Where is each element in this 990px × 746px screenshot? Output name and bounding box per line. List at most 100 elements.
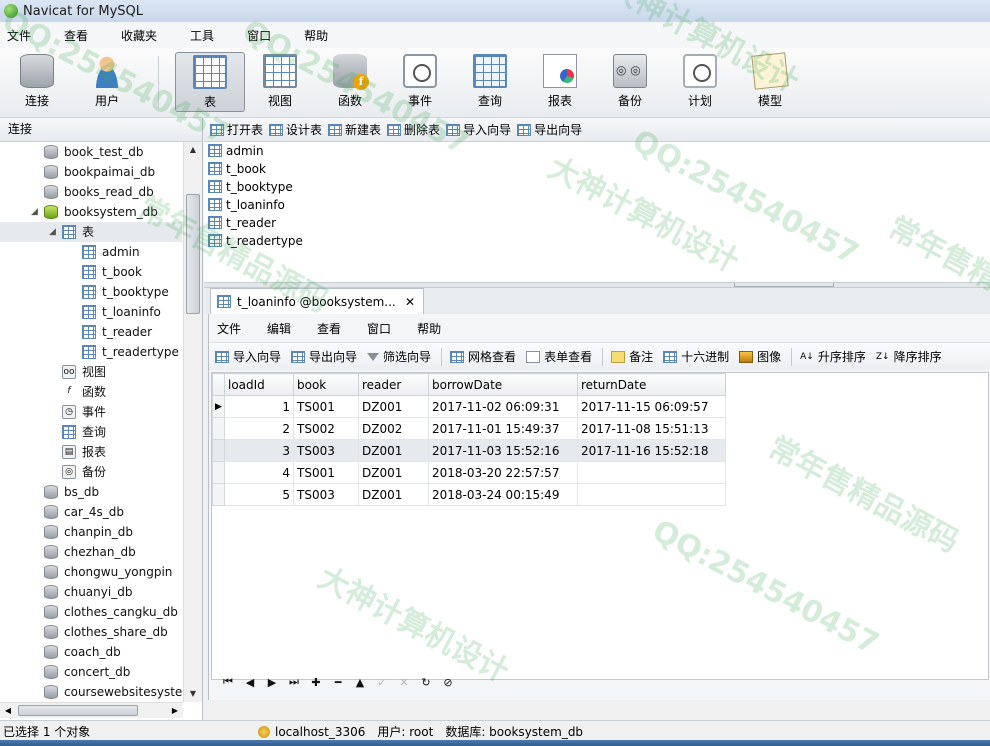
menu-window[interactable]: 窗口: [240, 27, 283, 44]
tree-db-chezhan[interactable]: chezhan_db: [0, 542, 182, 562]
tree-db-books-read[interactable]: books_read_db: [0, 182, 182, 202]
model-button[interactable]: 模型: [735, 52, 805, 112]
cell-reader[interactable]: DZ001: [358, 483, 429, 506]
expand-icon[interactable]: ◢: [31, 202, 38, 222]
query-button[interactable]: 查询: [455, 52, 525, 112]
hscroll-thumb[interactable]: [18, 705, 138, 716]
object-t-reader[interactable]: t_reader: [204, 214, 990, 232]
cell-book[interactable]: TS002: [293, 417, 359, 440]
table-row[interactable]: 3 TS003 DZ001 2017-11-03 15:52:16 2017-1…: [212, 439, 726, 462]
cell-borrowdate[interactable]: 2018-03-20 22:57:57: [428, 461, 578, 484]
menu-file[interactable]: 文件: [0, 27, 43, 44]
cell-book[interactable]: TS003: [293, 439, 359, 462]
scroll-left-icon[interactable]: ◀: [0, 703, 16, 719]
scroll-up-icon[interactable]: ▲: [184, 142, 202, 158]
design-table-button[interactable]: 设计表: [269, 121, 322, 138]
report-button[interactable]: 报表: [525, 52, 595, 112]
cell-returndate[interactable]: [577, 461, 726, 484]
table-row[interactable]: 4 TS001 DZ001 2018-03-20 22:57:57: [212, 461, 726, 484]
splitter-grip[interactable]: [734, 283, 834, 287]
cell-reader[interactable]: DZ001: [358, 439, 429, 462]
cell-book[interactable]: TS003: [293, 483, 359, 506]
tree-table-t-readertype[interactable]: t_readertype: [0, 342, 182, 362]
image-button[interactable]: 图像: [739, 348, 781, 365]
doc-export-button[interactable]: 导出向导: [291, 348, 357, 365]
tree-db-book-test[interactable]: book_test_db: [0, 142, 182, 162]
memo-button[interactable]: 备注: [611, 348, 653, 365]
delete-record-icon[interactable]: ━: [327, 676, 349, 689]
cell-loadid[interactable]: 2: [224, 417, 294, 440]
table-row[interactable]: 5 TS003 DZ001 2018-03-24 00:15:49: [212, 483, 726, 506]
filter-wizard-button[interactable]: 筛选向导: [367, 348, 431, 365]
tree-table-t-book[interactable]: t_book: [0, 262, 182, 282]
scroll-thumb[interactable]: [186, 194, 200, 314]
cell-returndate[interactable]: 2017-11-16 15:52:18: [577, 439, 726, 462]
cell-loadid[interactable]: 3: [224, 439, 294, 462]
tree-reports-node[interactable]: ▤ 报表: [0, 442, 182, 462]
new-table-button[interactable]: 新建表: [328, 121, 381, 138]
cell-reader[interactable]: DZ001: [358, 395, 429, 418]
tree-db-clothes-share[interactable]: clothes_share_db: [0, 622, 182, 642]
previous-record-icon[interactable]: ◀: [239, 676, 261, 689]
tree-table-t-loaninfo[interactable]: t_loaninfo: [0, 302, 182, 322]
cell-reader[interactable]: DZ001: [358, 461, 429, 484]
tree-db-clothes-cangku[interactable]: clothes_cangku_db: [0, 602, 182, 622]
first-record-icon[interactable]: ⏮: [217, 675, 239, 689]
tree-queries-node[interactable]: 查询: [0, 422, 182, 442]
add-record-icon[interactable]: ✚: [305, 676, 327, 689]
table-row[interactable]: 2 TS002 DZ002 2017-11-01 15:49:37 2017-1…: [212, 417, 726, 440]
tree-backups-node[interactable]: ◎ 备份: [0, 462, 182, 482]
cell-book[interactable]: TS001: [293, 461, 359, 484]
cell-book[interactable]: TS001: [293, 395, 359, 418]
hex-button[interactable]: 十六进制: [663, 348, 729, 365]
column-header-loadid[interactable]: loadId: [224, 373, 294, 396]
object-t-booktype[interactable]: t_booktype: [204, 178, 990, 196]
backup-button[interactable]: 备份: [595, 52, 665, 112]
cell-borrowdate[interactable]: 2017-11-02 06:09:31: [428, 395, 578, 418]
tree-db-chanpin[interactable]: chanpin_db: [0, 522, 182, 542]
cell-borrowdate[interactable]: 2017-11-03 15:52:16: [428, 439, 578, 462]
menu-tools[interactable]: 工具: [183, 27, 226, 44]
stop-icon[interactable]: ⊘: [437, 676, 459, 689]
tree-events-node[interactable]: ◷ 事件: [0, 402, 182, 422]
import-wizard-button[interactable]: 导入向导: [446, 121, 511, 138]
column-header-reader[interactable]: reader: [358, 373, 429, 396]
tree-db-booksystem[interactable]: ◢ booksystem_db: [0, 202, 182, 222]
scroll-right-icon[interactable]: ▶: [167, 703, 183, 719]
object-t-readertype[interactable]: t_readertype: [204, 232, 990, 250]
tree-db-bs[interactable]: bs_db: [0, 482, 182, 502]
open-table-button[interactable]: 打开表: [210, 121, 263, 138]
cell-returndate[interactable]: 2017-11-08 15:51:13: [577, 417, 726, 440]
cell-borrowdate[interactable]: 2018-03-24 00:15:49: [428, 483, 578, 506]
move-up-icon[interactable]: ▲: [349, 676, 371, 689]
tree-db-bookpaimai[interactable]: bookpaimai_db: [0, 162, 182, 182]
cell-returndate[interactable]: 2017-11-15 06:09:57: [577, 395, 726, 418]
next-record-icon[interactable]: ▶: [261, 676, 283, 689]
sort-desc-button[interactable]: Z↓ 降序排序: [876, 348, 942, 365]
doc-menu-window[interactable]: 窗口: [367, 320, 391, 337]
tab-t-loaninfo[interactable]: t_loaninfo @booksystem... ✕: [210, 288, 424, 314]
table-row[interactable]: ▶ 1 TS001 DZ001 2017-11-02 06:09:31 2017…: [212, 395, 726, 418]
expand-icon[interactable]: ◢: [49, 222, 56, 242]
close-icon[interactable]: ✕: [405, 295, 415, 309]
cell-borrowdate[interactable]: 2017-11-01 15:49:37: [428, 417, 578, 440]
doc-menu-view[interactable]: 查看: [317, 320, 341, 337]
cell-loadid[interactable]: 1: [224, 395, 294, 418]
tree-tables-node[interactable]: ◢ 表: [0, 222, 182, 242]
object-t-book[interactable]: t_book: [204, 160, 990, 178]
view-button[interactable]: 视图: [245, 52, 315, 112]
cell-loadid[interactable]: 4: [224, 461, 294, 484]
grid-view-button[interactable]: 网格查看: [450, 348, 516, 365]
discard-change-icon[interactable]: ✕: [393, 676, 415, 689]
column-header-book[interactable]: book: [293, 373, 359, 396]
cell-reader[interactable]: DZ002: [358, 417, 429, 440]
tree-table-admin[interactable]: admin: [0, 242, 182, 262]
data-grid[interactable]: loadId book reader borrowDate returnDate…: [211, 372, 989, 680]
tree-functions-node[interactable]: f 函数: [0, 382, 182, 402]
form-view-button[interactable]: 表单查看: [526, 348, 592, 365]
cell-returndate[interactable]: [577, 483, 726, 506]
object-t-loaninfo[interactable]: t_loaninfo: [204, 196, 990, 214]
connect-button[interactable]: 连接: [2, 52, 72, 112]
column-header-borrowdate[interactable]: borrowDate: [428, 373, 578, 396]
refresh-icon[interactable]: ↻: [415, 676, 437, 689]
